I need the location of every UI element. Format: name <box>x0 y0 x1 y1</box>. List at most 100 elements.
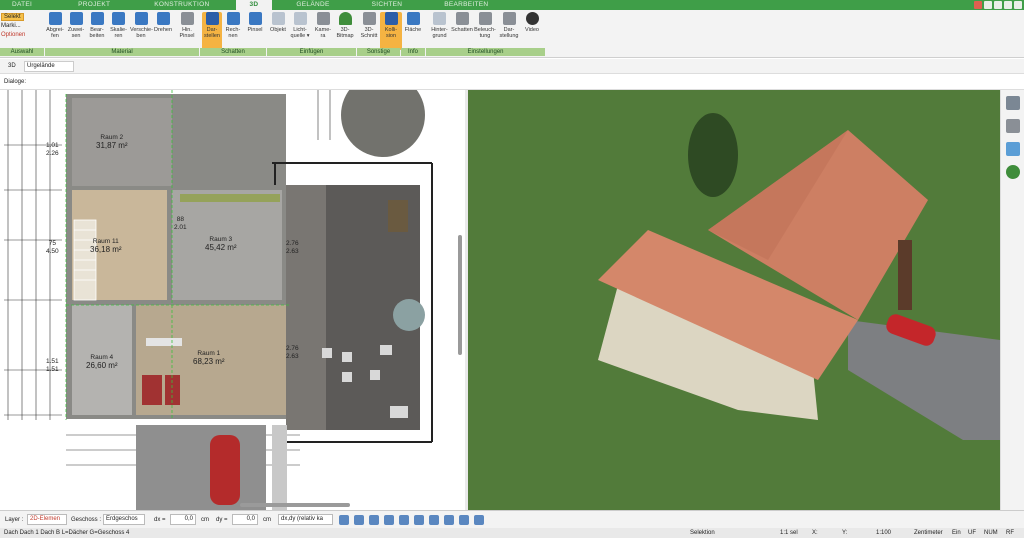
hatch-tool-icon[interactable] <box>444 515 454 525</box>
video-icon <box>525 12 539 25</box>
maximize-icon[interactable] <box>1004 1 1012 9</box>
view-label: 3D <box>8 63 16 69</box>
objekt-button[interactable]: Objekt <box>268 12 288 50</box>
optionen-button[interactable]: Optionen <box>1 31 25 40</box>
drehen-icon <box>156 12 170 25</box>
pin-icon[interactable] <box>974 1 982 9</box>
dy-label: dy = <box>216 517 228 523</box>
verschieben-icon <box>134 12 148 25</box>
zuweisen-icon <box>69 12 83 25</box>
drehen-button[interactable]: Drehen <box>152 12 174 50</box>
angle-tool-icon[interactable] <box>354 515 364 525</box>
abgreifen-button[interactable]: Abgrei- fen <box>45 12 65 50</box>
floor-plan-drawing <box>4 90 433 510</box>
line-tool-icon[interactable] <box>399 515 409 525</box>
dim-label: 1.01 2.26 <box>46 142 59 157</box>
minimize-icon[interactable] <box>994 1 1002 9</box>
plan-vertical-scroll-thumb[interactable] <box>458 235 462 355</box>
dim-label: 2.76 2.63 <box>286 240 299 255</box>
dy-input[interactable]: 0,0 <box>232 514 258 525</box>
abgreifen-icon <box>48 12 62 25</box>
tab-datei[interactable]: DATEI <box>0 0 44 10</box>
terrain-dropdown[interactable]: Urgelände <box>24 61 74 72</box>
tab-bearbeiten[interactable]: BEARBEITEN <box>414 0 500 10</box>
3d-bitmap-button[interactable]: 3D- Bitmap <box>334 12 356 50</box>
status-bar: Layer : 2D-Elemen Geschoss : Erdgeschos … <box>0 510 1024 528</box>
objekt-label: Objekt <box>270 27 286 33</box>
measure-tool-icon[interactable] <box>459 515 469 525</box>
tab-konstruktion[interactable]: KONSTRUKTION <box>122 0 221 10</box>
lichtquelle-button[interactable]: Licht- quelle ▾ <box>288 12 312 50</box>
room-label-raum11: Raum 11 36,18 m² <box>90 238 122 254</box>
selection-group: Selekt Marki... Optionen <box>1 13 25 40</box>
verschieben-button[interactable]: Verschie- ben <box>130 12 153 50</box>
coord-mode-select[interactable]: dx,dy (relativ ka <box>278 514 333 525</box>
ribbon-empty <box>545 10 1024 58</box>
flaeche-button[interactable]: Fläche <box>403 12 423 50</box>
tab-gelaende[interactable]: GELÄNDE <box>272 0 341 10</box>
group-einstellungen: Einstellungen <box>426 48 545 56</box>
room-label-raum2: Raum 2 31,87 m² <box>96 134 128 150</box>
tab-3d[interactable]: 3D <box>235 0 273 10</box>
markieren-button[interactable]: Marki... <box>1 22 25 31</box>
dx-input[interactable]: 0,0 <box>170 514 196 525</box>
video-button[interactable]: Video <box>522 12 542 50</box>
flaeche-label: Fläche <box>404 27 422 33</box>
skalieren-icon <box>112 12 125 25</box>
kamera-icon <box>316 12 330 25</box>
kamera-button[interactable]: Kame- ra <box>312 12 334 50</box>
schatten-button[interactable]: Schatten <box>451 12 473 50</box>
selektion-label: Selektion <box>690 530 715 536</box>
beleuchtung-button[interactable]: Beleuch- tung <box>473 12 497 50</box>
help-icon[interactable] <box>984 1 992 9</box>
kollision-button[interactable]: Kolli- sion <box>380 12 402 50</box>
floor-plan-view[interactable]: Raum 2 31,87 m² Raum 11 36,18 m² Raum 3 45,… <box>0 90 465 510</box>
snap-tool-icon[interactable] <box>339 515 349 525</box>
group-sonstige: Sonstige <box>357 48 400 56</box>
zuweisen-button[interactable]: Zuwei- sen <box>66 12 86 50</box>
pinsel-icon <box>248 12 262 25</box>
room-label-raum4: Raum 4 26,60 m² <box>86 354 118 370</box>
grid-tool-icon[interactable] <box>369 515 379 525</box>
dim-label: 2.76 2.63 <box>286 345 299 360</box>
hin-pinsel-button[interactable]: Hin. Pinsel <box>175 12 199 50</box>
geschoss-select[interactable]: Erdgeschos <box>103 514 145 525</box>
bearbeiten-button[interactable]: Bear- beiten <box>87 12 107 50</box>
point-tool-icon[interactable] <box>429 515 439 525</box>
3d-bitmap-label: 3D- Bitmap <box>336 27 354 39</box>
ortho-tool-icon[interactable] <box>384 515 394 525</box>
kamera-label: Kame- ra <box>314 27 332 39</box>
pinsel-button[interactable]: Pinsel <box>244 12 266 50</box>
plan-horizontal-scroll-thumb[interactable] <box>240 503 350 507</box>
material-icon[interactable] <box>1005 142 1020 156</box>
tab-sichten[interactable]: SICHTEN <box>342 0 415 10</box>
3d-schnitt-button[interactable]: 3D- Schnitt <box>358 12 380 50</box>
tab-projekt[interactable]: PROJEKT <box>44 0 122 10</box>
darstellung-button[interactable]: Dar- stellung <box>497 12 521 50</box>
curve-tool-icon[interactable] <box>414 515 424 525</box>
selekt-button[interactable]: Selekt <box>1 13 24 21</box>
abgreifen-label: Abgrei- fen <box>46 27 64 39</box>
3d-side-toolbar <box>1000 90 1024 510</box>
object-snap-icon[interactable] <box>474 515 484 525</box>
darstellen-button[interactable]: Dar- stellen <box>202 12 222 50</box>
schatten-icon <box>455 12 469 25</box>
x-label: X: <box>812 530 818 536</box>
3d-schnitt-icon <box>362 12 376 25</box>
hintergrund-button[interactable]: Hinter- grund <box>428 12 451 50</box>
layer-select[interactable]: 2D-Elemen <box>27 514 67 525</box>
close-icon[interactable] <box>1014 1 1022 9</box>
lichtquelle-icon <box>293 12 307 25</box>
objekt-icon <box>271 12 285 25</box>
3d-view[interactable] <box>468 90 1000 510</box>
tree-icon[interactable] <box>1005 165 1020 179</box>
unit-label: Zentimeter <box>914 530 943 536</box>
rechnen-button[interactable]: Rech- nen <box>222 12 244 50</box>
skalieren-button[interactable]: Skalie- ren <box>108 12 129 50</box>
chair-icon[interactable] <box>1005 119 1020 133</box>
hin-pinsel-label: Hin. Pinsel <box>179 27 195 39</box>
ribbon-tabs: DATEI PROJEKT KONSTRUKTION 3D GELÄNDE SI… <box>0 0 1024 10</box>
lichtquelle-label: Licht- quelle ▾ <box>290 27 310 39</box>
layers-icon[interactable] <box>1005 96 1020 110</box>
rechnen-icon <box>226 12 240 25</box>
